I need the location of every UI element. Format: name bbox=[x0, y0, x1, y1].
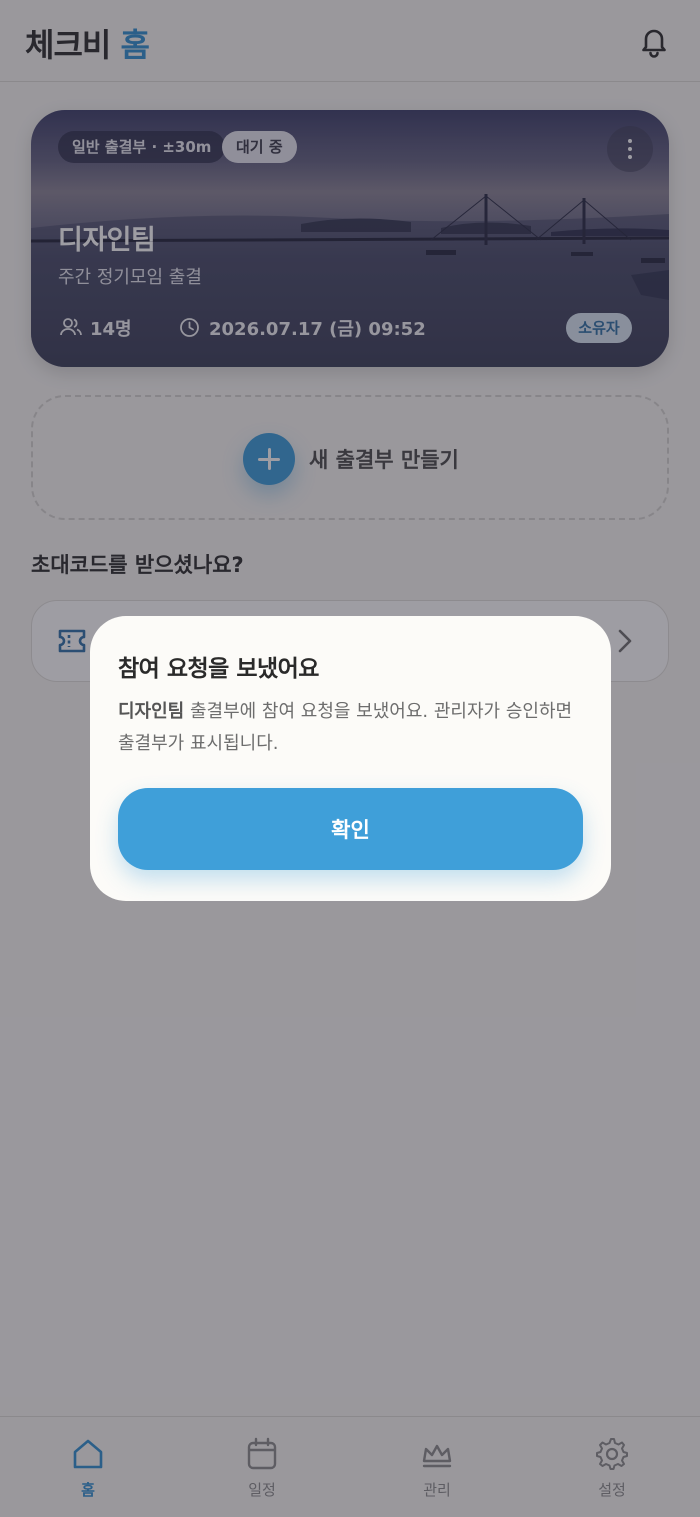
dialog-message: 디자인팀 출결부에 참여 요청을 보냈어요. 관리자가 승인하면 출결부가 표시… bbox=[118, 696, 588, 760]
join-request-dialog: 참여 요청을 보냈어요 디자인팀 출결부에 참여 요청을 보냈어요. 관리자가 … bbox=[90, 616, 611, 901]
dialog-message-text: 출결부에 참여 요청을 보냈어요. 관리자가 승인하면 출결부가 표시됩니다. bbox=[118, 701, 573, 754]
confirm-button[interactable]: 확인 bbox=[118, 788, 583, 870]
dialog-team-name: 디자인팀 bbox=[118, 701, 185, 722]
dialog-title: 참여 요청을 보냈어요 bbox=[118, 656, 319, 682]
